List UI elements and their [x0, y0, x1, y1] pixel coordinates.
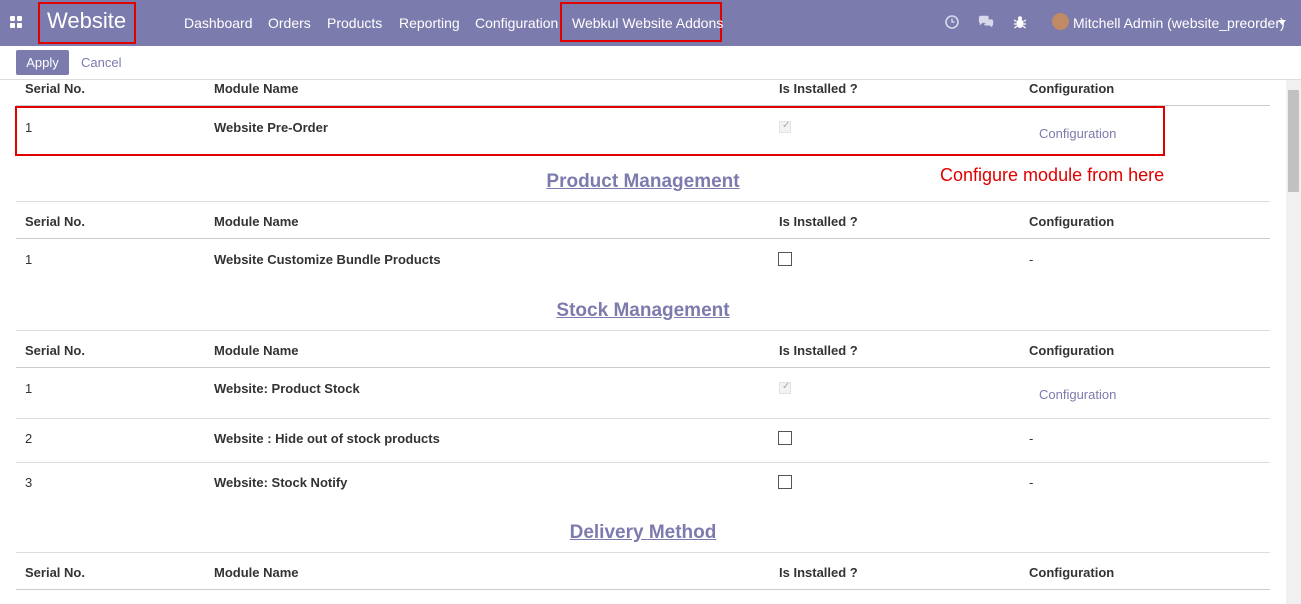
module-name-cell: Website: Stock Notify — [214, 475, 348, 490]
app-title[interactable]: Website — [47, 8, 126, 34]
bug-icon[interactable] — [1012, 14, 1028, 30]
settings-content: Serial No. Module Name Is Installed ? Co… — [0, 80, 1286, 604]
serial-cell: 1 — [25, 252, 33, 267]
header-serial: Serial No. — [25, 343, 85, 358]
module-name-cell: Website : Hide out of stock products — [214, 431, 440, 446]
menu-webkul-addons[interactable]: Webkul Website Addons — [572, 15, 723, 31]
menu-configuration[interactable]: Configuration — [475, 15, 558, 31]
configuration-highlight-box — [15, 106, 1165, 156]
header-configuration: Configuration — [1029, 81, 1115, 96]
table-row: 1 Website: Product Stock Configuration — [16, 369, 1270, 419]
cancel-button[interactable]: Cancel — [81, 55, 121, 70]
table-header-row: Serial No. Module Name Is Installed ? Co… — [16, 552, 1270, 590]
installed-checkbox[interactable] — [778, 475, 792, 489]
menu-reporting[interactable]: Reporting — [399, 15, 460, 31]
vertical-scrollbar[interactable] — [1286, 80, 1301, 604]
configuration-cell: - — [1029, 475, 1034, 490]
header-module: Module Name — [214, 81, 299, 96]
section-title-delivery-method: Delivery Method — [569, 522, 717, 543]
table-row: 1 Website Customize Bundle Products - — [16, 240, 1270, 280]
installed-checkbox — [779, 381, 791, 394]
chat-icon[interactable] — [978, 14, 994, 30]
header-configuration: Configuration — [1029, 214, 1115, 229]
apps-menu-icon[interactable] — [10, 16, 23, 29]
table-row: 2 Website : Hide out of stock products - — [16, 419, 1270, 463]
configuration-link[interactable]: Configuration — [1039, 387, 1116, 402]
header-module: Module Name — [214, 565, 299, 580]
chevron-down-icon[interactable] — [1278, 20, 1286, 25]
table-header-row: Serial No. Module Name Is Installed ? Co… — [16, 201, 1270, 239]
menu-products[interactable]: Products — [327, 15, 382, 31]
header-serial: Serial No. — [25, 81, 85, 96]
user-menu[interactable]: Mitchell Admin (website_preorder) — [1073, 15, 1285, 31]
apply-button[interactable]: Apply — [16, 50, 69, 75]
module-name-cell: Website Customize Bundle Products — [214, 252, 441, 267]
menu-dashboard[interactable]: Dashboard — [184, 15, 253, 31]
table-header-row: Serial No. Module Name Is Installed ? Co… — [16, 80, 1270, 106]
user-avatar[interactable] — [1052, 13, 1069, 30]
control-panel: Apply Cancel — [0, 46, 1301, 80]
header-installed: Is Installed ? — [779, 214, 858, 229]
header-installed: Is Installed ? — [779, 81, 858, 96]
header-serial: Serial No. — [25, 214, 85, 229]
top-navbar: Website Dashboard Orders Products Report… — [0, 0, 1301, 46]
menu-orders[interactable]: Orders — [268, 15, 311, 31]
serial-cell: 2 — [25, 431, 33, 446]
header-module: Module Name — [214, 214, 299, 229]
configuration-cell: - — [1029, 431, 1034, 446]
installed-checkbox[interactable] — [778, 252, 792, 266]
header-serial: Serial No. — [25, 565, 85, 580]
serial-cell: 1 — [25, 381, 33, 396]
header-module: Module Name — [214, 343, 299, 358]
header-installed: Is Installed ? — [779, 343, 858, 358]
scrollbar-thumb[interactable] — [1288, 90, 1299, 192]
installed-checkbox[interactable] — [778, 431, 792, 445]
configuration-cell: - — [1029, 252, 1034, 267]
serial-cell: 3 — [25, 475, 33, 490]
header-configuration: Configuration — [1029, 343, 1115, 358]
section-title-stock-management: Stock Management — [556, 300, 730, 321]
section-title-product-management: Product Management — [546, 171, 740, 192]
clock-icon[interactable] — [944, 14, 960, 30]
table-header-row: Serial No. Module Name Is Installed ? Co… — [16, 330, 1270, 368]
header-configuration: Configuration — [1029, 565, 1115, 580]
module-name-cell: Website: Product Stock — [214, 381, 360, 396]
header-installed: Is Installed ? — [779, 565, 858, 580]
table-row: 3 Website: Stock Notify - — [16, 463, 1270, 507]
